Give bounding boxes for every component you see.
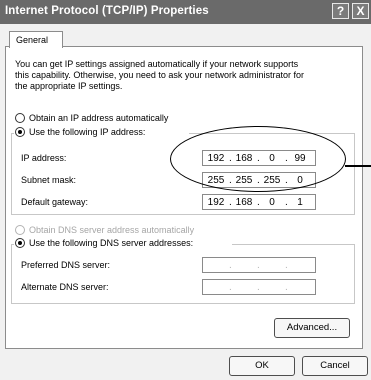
default-gateway-octet-1: 192	[207, 197, 225, 208]
intro-text-line-2: this capability. Otherwise, you need to …	[15, 70, 304, 80]
intro-text-line-3: the appropriate IP settings.	[15, 81, 123, 91]
preferred-dns-dot: .	[229, 260, 232, 271]
tab-general[interactable]: General	[9, 31, 63, 48]
close-button[interactable]: X	[352, 3, 369, 19]
tcpip-properties-dialog: Internet Protocol (TCP/IP) Properties ? …	[0, 0, 371, 380]
default-gateway-octet-4: 1	[297, 197, 303, 208]
window-title: Internet Protocol (TCP/IP) Properties	[5, 5, 209, 17]
preferred-dns-input[interactable]: . . .	[202, 257, 316, 273]
default-gateway-dot: .	[285, 197, 288, 208]
annotation-pointer-line	[345, 165, 371, 167]
tab-general-label: General	[16, 35, 49, 45]
alternate-dns-dot: .	[229, 282, 232, 293]
advanced-button[interactable]: Advanced...	[274, 318, 350, 338]
alternate-dns-dot: .	[285, 282, 288, 293]
default-gateway-octet-2: 168	[235, 197, 253, 208]
preferred-dns-dot: .	[285, 260, 288, 271]
subnet-mask-label: Subnet mask:	[21, 175, 77, 185]
alternate-dns-dot: .	[257, 282, 260, 293]
default-gateway-octet-3: 0	[269, 197, 275, 208]
default-gateway-label: Default gateway:	[21, 197, 89, 207]
dns-auto-label[interactable]: Obtain DNS server address automatically	[29, 225, 194, 236]
preferred-dns-dot: .	[257, 260, 260, 271]
dns-manual-label[interactable]: Use the following DNS server addresses:	[29, 238, 193, 249]
help-button[interactable]: ?	[332, 3, 349, 19]
ip-auto-radio[interactable]	[15, 113, 25, 123]
preferred-dns-label: Preferred DNS server:	[21, 260, 111, 270]
ok-button[interactable]: OK	[229, 356, 295, 376]
alternate-dns-label: Alternate DNS server:	[21, 282, 109, 292]
intro-text-line-1: You can get IP settings assigned automat…	[15, 59, 299, 69]
dns-settings-group	[11, 244, 355, 304]
general-panel: You can get IP settings assigned automat…	[5, 46, 363, 349]
ip-auto-label[interactable]: Obtain an IP address automatically	[29, 113, 168, 124]
ip-address-label: IP address:	[21, 153, 67, 163]
alternate-dns-input[interactable]: . . .	[202, 279, 316, 295]
ip-manual-label[interactable]: Use the following IP address:	[29, 127, 145, 138]
dns-auto-radio[interactable]	[15, 225, 25, 235]
annotation-oval	[170, 126, 346, 192]
title-bar[interactable]: Internet Protocol (TCP/IP) Properties ? …	[0, 0, 371, 24]
default-gateway-input[interactable]: 192 . 168 . 0 . 1	[202, 194, 316, 210]
dns-manual-radio[interactable]	[15, 238, 25, 248]
cancel-button[interactable]: Cancel	[302, 356, 368, 376]
default-gateway-dot: .	[229, 197, 232, 208]
ip-manual-radio[interactable]	[15, 127, 25, 137]
default-gateway-dot: .	[257, 197, 260, 208]
